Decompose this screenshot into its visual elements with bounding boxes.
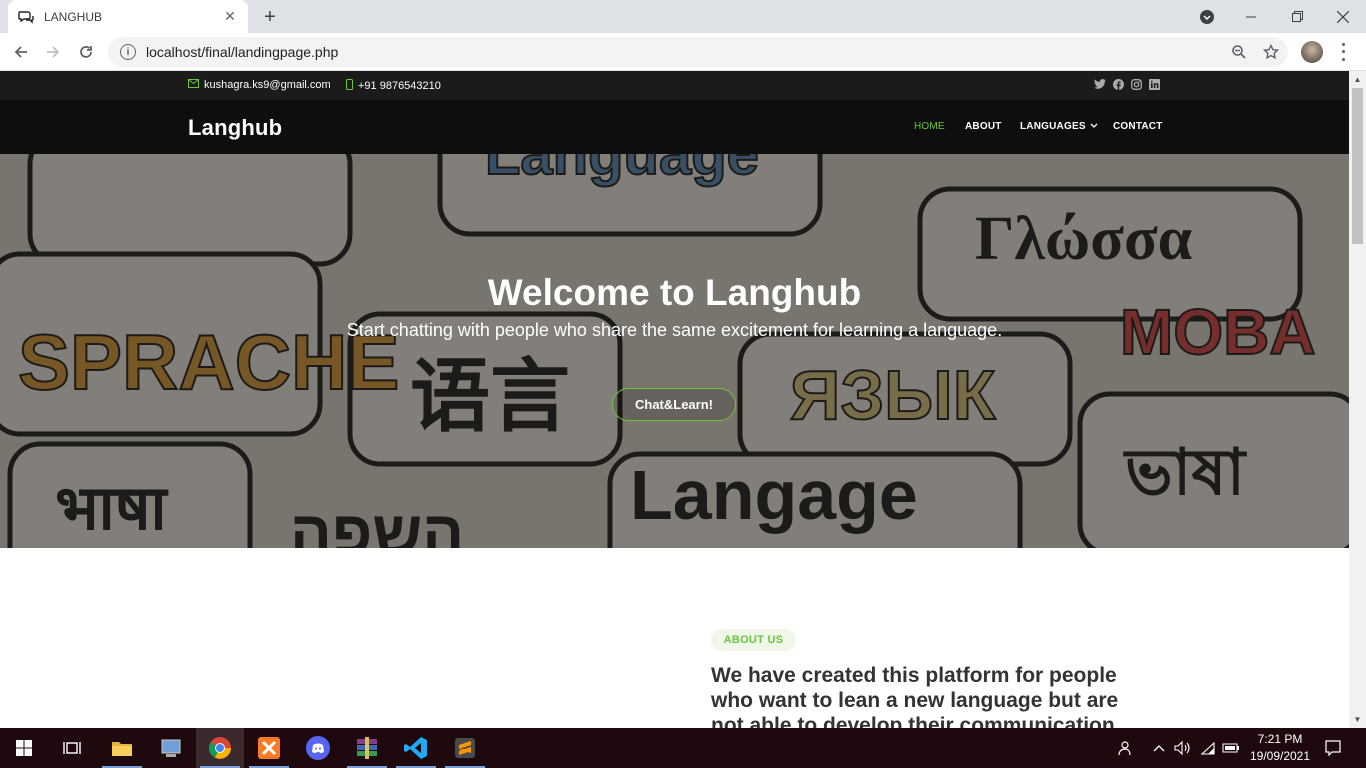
notification-icon[interactable] <box>1322 728 1344 768</box>
twitter-icon[interactable] <box>1094 78 1106 90</box>
window-close-icon[interactable] <box>1320 0 1366 33</box>
star-icon[interactable] <box>1258 37 1284 67</box>
browser-tab-strip: LANGHUB ✕ + <box>0 0 1366 33</box>
facebook-icon[interactable] <box>1112 78 1124 90</box>
maximize-icon[interactable] <box>1274 0 1320 33</box>
kebab-menu-icon[interactable] <box>1338 41 1348 63</box>
task-view-icon[interactable] <box>48 728 96 768</box>
page-scrollbar[interactable]: ▲ ▼ <box>1349 71 1366 728</box>
people-icon[interactable] <box>1114 728 1134 768</box>
file-explorer-icon[interactable] <box>98 728 146 768</box>
battery-icon[interactable] <box>1221 728 1241 768</box>
site-logo[interactable]: Langhub <box>188 115 282 141</box>
tab-search-icon[interactable] <box>1184 0 1230 33</box>
windows-start-icon[interactable] <box>0 728 48 768</box>
address-bar[interactable]: i localhost/final/landingpage.php <box>108 37 1288 67</box>
chevron-up-icon[interactable] <box>1150 728 1168 768</box>
sublime-text-icon[interactable] <box>441 728 489 768</box>
avatar[interactable] <box>1301 41 1323 63</box>
volume-icon[interactable] <box>1172 728 1192 768</box>
instagram-icon[interactable] <box>1130 78 1142 90</box>
page-viewport: kushagra.ks9@gmail.com +91 9876543210 La… <box>0 71 1349 728</box>
nav-languages-label: LANGUAGES <box>1020 121 1086 132</box>
about-badge: ABOUT US <box>711 629 796 651</box>
phone-text: +91 9876543210 <box>358 80 441 92</box>
nav-languages[interactable]: LANGUAGES <box>1020 121 1098 132</box>
email-contact[interactable]: kushagra.ks9@gmail.com <box>188 79 331 91</box>
nav-home[interactable]: HOME <box>914 121 945 132</box>
forward-icon[interactable] <box>40 39 66 65</box>
linkedin-icon[interactable] <box>1148 78 1160 90</box>
hero-subtitle: Start chatting with people who share the… <box>346 320 1003 340</box>
system-clock[interactable]: 7:21 PM 19/09/2021 <box>1240 731 1320 765</box>
xampp-icon[interactable] <box>245 728 293 768</box>
windows-taskbar: 7:21 PM 19/09/2021 <box>0 728 1366 768</box>
plus-icon[interactable]: + <box>258 6 282 28</box>
clock-time: 7:21 PM <box>1257 732 1303 746</box>
browser-toolbar: i localhost/final/landingpage.php <box>0 33 1366 71</box>
scrollbar-thumb[interactable] <box>1352 88 1363 244</box>
control-panel-icon[interactable] <box>147 728 195 768</box>
about-heading: We have created this platform for people… <box>711 664 1119 728</box>
hero-title: Welcome to Langhub <box>487 272 862 313</box>
minimize-icon[interactable] <box>1228 0 1274 33</box>
scroll-up-icon[interactable]: ▲ <box>1349 71 1366 88</box>
email-text: kushagra.ks9@gmail.com <box>204 79 331 91</box>
zoom-icon[interactable] <box>1226 37 1252 67</box>
winrar-icon[interactable] <box>343 728 391 768</box>
discord-icon[interactable] <box>294 728 342 768</box>
nav-contact[interactable]: CONTACT <box>1113 121 1163 132</box>
clock-date: 19/09/2021 <box>1249 749 1311 763</box>
vscode-icon[interactable] <box>392 728 440 768</box>
chat-learn-button[interactable]: Chat&Learn! <box>612 388 736 421</box>
chrome-icon[interactable] <box>196 728 244 768</box>
scroll-down-icon[interactable]: ▼ <box>1349 711 1366 728</box>
reload-icon[interactable] <box>73 39 99 65</box>
site-header: Langhub HOME ABOUT LANGUAGES CONTACT <box>0 100 1349 154</box>
contact-topbar: kushagra.ks9@gmail.com +91 9876543210 <box>0 71 1349 100</box>
envelope-icon <box>188 79 199 91</box>
social-links <box>1094 78 1160 90</box>
hero-overlay <box>0 154 1349 548</box>
browser-tab[interactable]: LANGHUB ✕ <box>8 0 248 33</box>
nav-about[interactable]: ABOUT <box>965 121 1002 132</box>
info-icon[interactable]: i <box>120 44 136 60</box>
chevron-down-icon <box>1090 121 1098 132</box>
url-text: localhost/final/landingpage.php <box>146 44 339 60</box>
chat-favicon-icon <box>18 9 34 25</box>
phone-contact[interactable]: +91 9876543210 <box>346 79 441 93</box>
back-icon[interactable] <box>8 39 34 65</box>
tab-title: LANGHUB <box>44 9 103 24</box>
wifi-icon[interactable] <box>1198 728 1218 768</box>
hero-section: Language Γλώσσα SPRACHE ЯЗЫК MOBA भाषा ה… <box>0 154 1349 548</box>
phone-icon <box>346 79 353 93</box>
close-icon[interactable]: ✕ <box>222 8 238 25</box>
